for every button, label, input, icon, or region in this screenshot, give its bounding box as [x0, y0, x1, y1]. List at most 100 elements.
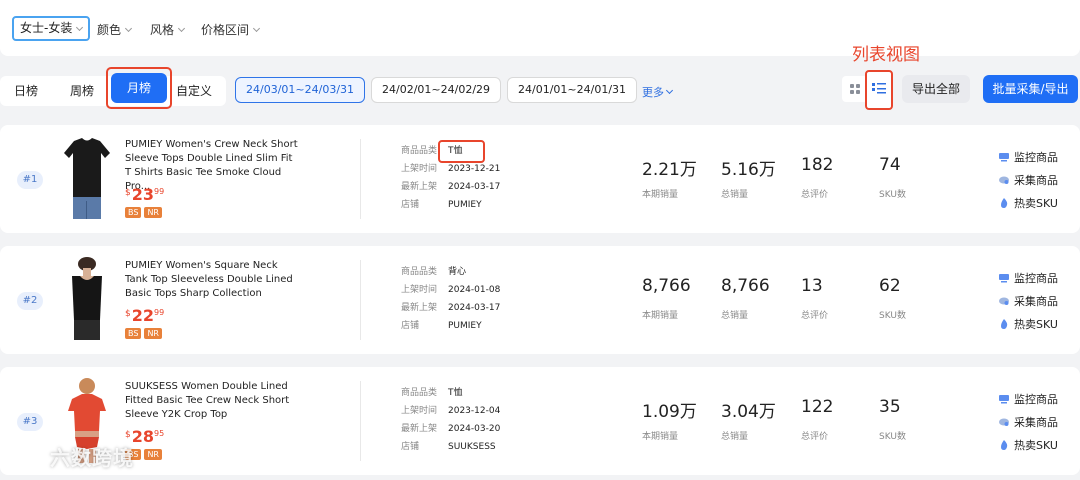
chevron-down-icon [177, 24, 186, 32]
latest-date: 2024-03-20 [448, 424, 501, 434]
collect-product-button[interactable]: 采集商品 [998, 172, 1058, 188]
meta-label: 上架时间 [401, 285, 438, 295]
currency: $ [125, 309, 131, 319]
meta-label: 上架时间 [401, 406, 438, 416]
divider [360, 381, 361, 461]
flame-icon [1001, 440, 1008, 450]
monitor-product-button[interactable]: 监控商品 [998, 391, 1058, 407]
collect-icon [999, 297, 1009, 305]
product-card: #1 PUMIEY Women's Crew Neck Short Sleeve… [0, 125, 1080, 233]
date-range-chip[interactable]: 24/03/01~24/03/31 [235, 77, 366, 103]
controls-row: 日榜 周榜 自定义 月榜 24/03/01~24/03/31 24/02/01~… [0, 45, 1080, 110]
price-decimal: 95 [154, 429, 165, 438]
date-range-chip[interactable]: 24/01/01~24/01/31 [507, 77, 638, 103]
product-image[interactable] [60, 256, 114, 342]
total-sales-label: 总销量 [721, 432, 749, 442]
monitor-icon [999, 153, 1009, 162]
period-sales-value: 1.09万 [642, 402, 697, 422]
list-view-button[interactable] [865, 70, 893, 110]
product-title[interactable]: PUMIEY Women's Square Neck Tank Top Slee… [125, 259, 301, 301]
bs-badge: BS [125, 207, 142, 218]
meta-label: 最新上架 [401, 182, 438, 192]
tab-monthly[interactable]: 月榜 [111, 73, 167, 103]
filter-color[interactable]: 颜色 [97, 21, 133, 38]
hot-sku-button[interactable]: 热卖SKU [998, 195, 1058, 211]
view-annotation: 列表视图 [852, 45, 920, 65]
category-select[interactable]: 女士-女装 [12, 16, 91, 41]
period-sales-label: 本期销量 [642, 190, 679, 200]
category-select-label: 女士-女装 [20, 21, 73, 35]
currency: $ [125, 188, 131, 198]
collect-product-button[interactable]: 采集商品 [998, 414, 1058, 430]
monitor-icon [999, 274, 1009, 283]
collect-label: 采集商品 [1014, 295, 1058, 308]
product-image[interactable] [60, 135, 114, 221]
total-reviews-label: 总评价 [801, 432, 829, 442]
price-decimal: 99 [154, 187, 165, 196]
more-dates-link[interactable]: 更多 [642, 84, 674, 100]
watermark-text: 六数跨境 [50, 446, 134, 470]
meta-label: 上架时间 [401, 164, 438, 174]
sku-count-label: SKU数 [879, 190, 906, 200]
period-sales-label: 本期销量 [642, 432, 679, 442]
latest-date: 2024-03-17 [448, 182, 501, 192]
price-integer: 22 [131, 306, 154, 325]
total-reviews-value: 13 [801, 276, 823, 296]
store-name[interactable]: PUMIEY [448, 200, 482, 211]
collect-icon [999, 176, 1009, 184]
rank-badge: #3 [17, 413, 43, 431]
sku-count-value: 74 [879, 155, 901, 175]
product-price: $ 23 99 [125, 186, 164, 204]
filter-price-range[interactable]: 价格区间 [201, 21, 261, 38]
nr-badge: NR [144, 207, 162, 218]
hot-sku-button[interactable]: 热卖SKU [998, 437, 1058, 453]
sku-count-value: 62 [879, 276, 901, 296]
collect-label: 采集商品 [1014, 416, 1058, 429]
listed-date: 2023-12-04 [448, 406, 501, 416]
tab-custom[interactable]: 自定义 [174, 80, 214, 102]
price-integer: 23 [131, 185, 154, 204]
period-sales-value: 8,766 [642, 276, 691, 296]
collect-label: 采集商品 [1014, 174, 1058, 187]
tab-daily[interactable]: 日榜 [6, 80, 46, 102]
total-reviews-label: 总评价 [801, 311, 829, 321]
store-name[interactable]: SUUKSESS [448, 442, 496, 453]
chevron-down-icon [124, 24, 133, 32]
meta-label: 店铺 [401, 200, 420, 210]
date-range-chip[interactable]: 24/02/01~24/02/29 [371, 77, 502, 103]
total-sales-value: 3.04万 [721, 402, 776, 422]
hot-sku-label: 热卖SKU [1014, 197, 1058, 210]
hot-sku-button[interactable]: 热卖SKU [998, 316, 1058, 332]
tab-weekly[interactable]: 周榜 [62, 80, 102, 102]
tab-monthly-highlight: 月榜 [106, 67, 172, 109]
monitor-label: 监控商品 [1014, 393, 1058, 406]
store-name[interactable]: PUMIEY [448, 321, 482, 332]
meta-label: 最新上架 [401, 303, 438, 313]
collect-product-button[interactable]: 采集商品 [998, 293, 1058, 309]
listed-date: 2023-12-21 [448, 164, 501, 174]
meta-label: 商品品类 [401, 388, 438, 398]
hot-sku-label: 热卖SKU [1014, 439, 1058, 452]
price-decimal: 99 [154, 308, 165, 317]
category-highlight [438, 140, 485, 163]
filter-style[interactable]: 风格 [150, 21, 186, 38]
divider [360, 260, 361, 340]
product-card: #2 PUMIEY Women's Square Neck Tank Top S… [0, 246, 1080, 354]
batch-collect-export-button[interactable]: 批量采集/导出 [983, 75, 1078, 103]
chevron-down-icon [665, 86, 674, 95]
nr-badge: NR [144, 328, 162, 339]
monitor-label: 监控商品 [1014, 272, 1058, 285]
export-all-button[interactable]: 导出全部 [902, 75, 970, 103]
filter-color-label: 颜色 [97, 23, 122, 37]
product-card: #3 SUUKSESS Women Double Lined Fitted Ba… [0, 367, 1080, 475]
sku-count-label: SKU数 [879, 311, 906, 321]
sku-count-value: 35 [879, 397, 901, 417]
monitor-product-button[interactable]: 监控商品 [998, 149, 1058, 165]
total-sales-value: 5.16万 [721, 160, 776, 180]
chevron-down-icon [252, 24, 261, 32]
product-title[interactable]: SUUKSESS Women Double Lined Fitted Basic… [125, 380, 301, 422]
nr-badge: NR [144, 449, 162, 460]
product-price: $ 22 99 [125, 307, 164, 325]
badges: BS NR [125, 328, 162, 339]
monitor-product-button[interactable]: 监控商品 [998, 270, 1058, 286]
